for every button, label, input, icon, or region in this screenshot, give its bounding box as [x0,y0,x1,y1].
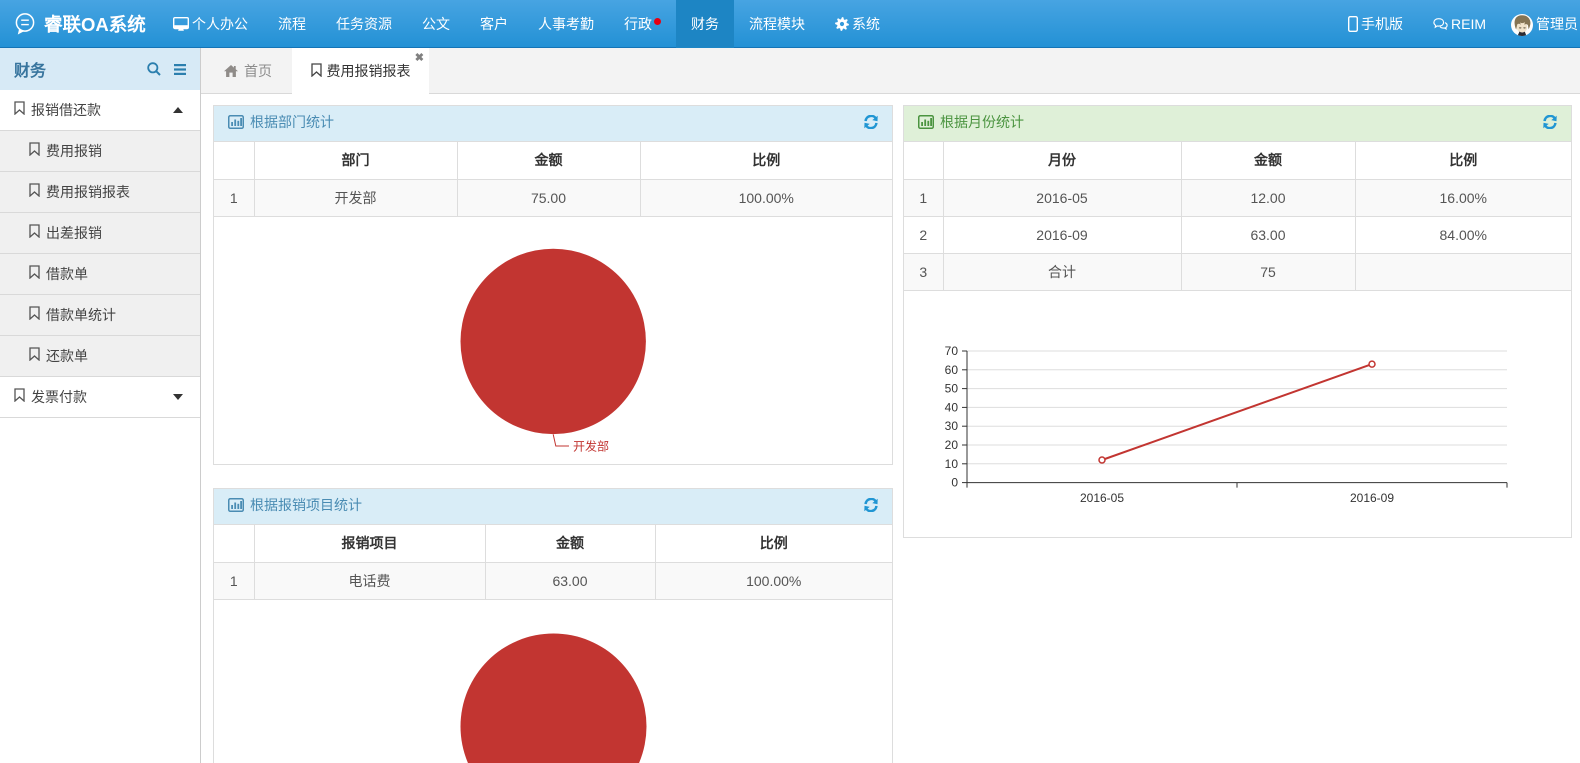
svg-text:0: 0 [951,476,958,490]
svg-text:2016-09: 2016-09 [1350,491,1394,505]
svg-text:60: 60 [945,363,959,377]
svg-text:20: 20 [945,438,959,452]
svg-text:70: 70 [945,344,959,358]
svg-text:30: 30 [945,419,959,433]
svg-text:2016-05: 2016-05 [1080,491,1124,505]
svg-text:10: 10 [945,457,959,471]
svg-text:开发部: 开发部 [573,439,609,454]
svg-text:50: 50 [945,382,959,396]
svg-text:40: 40 [945,400,959,414]
